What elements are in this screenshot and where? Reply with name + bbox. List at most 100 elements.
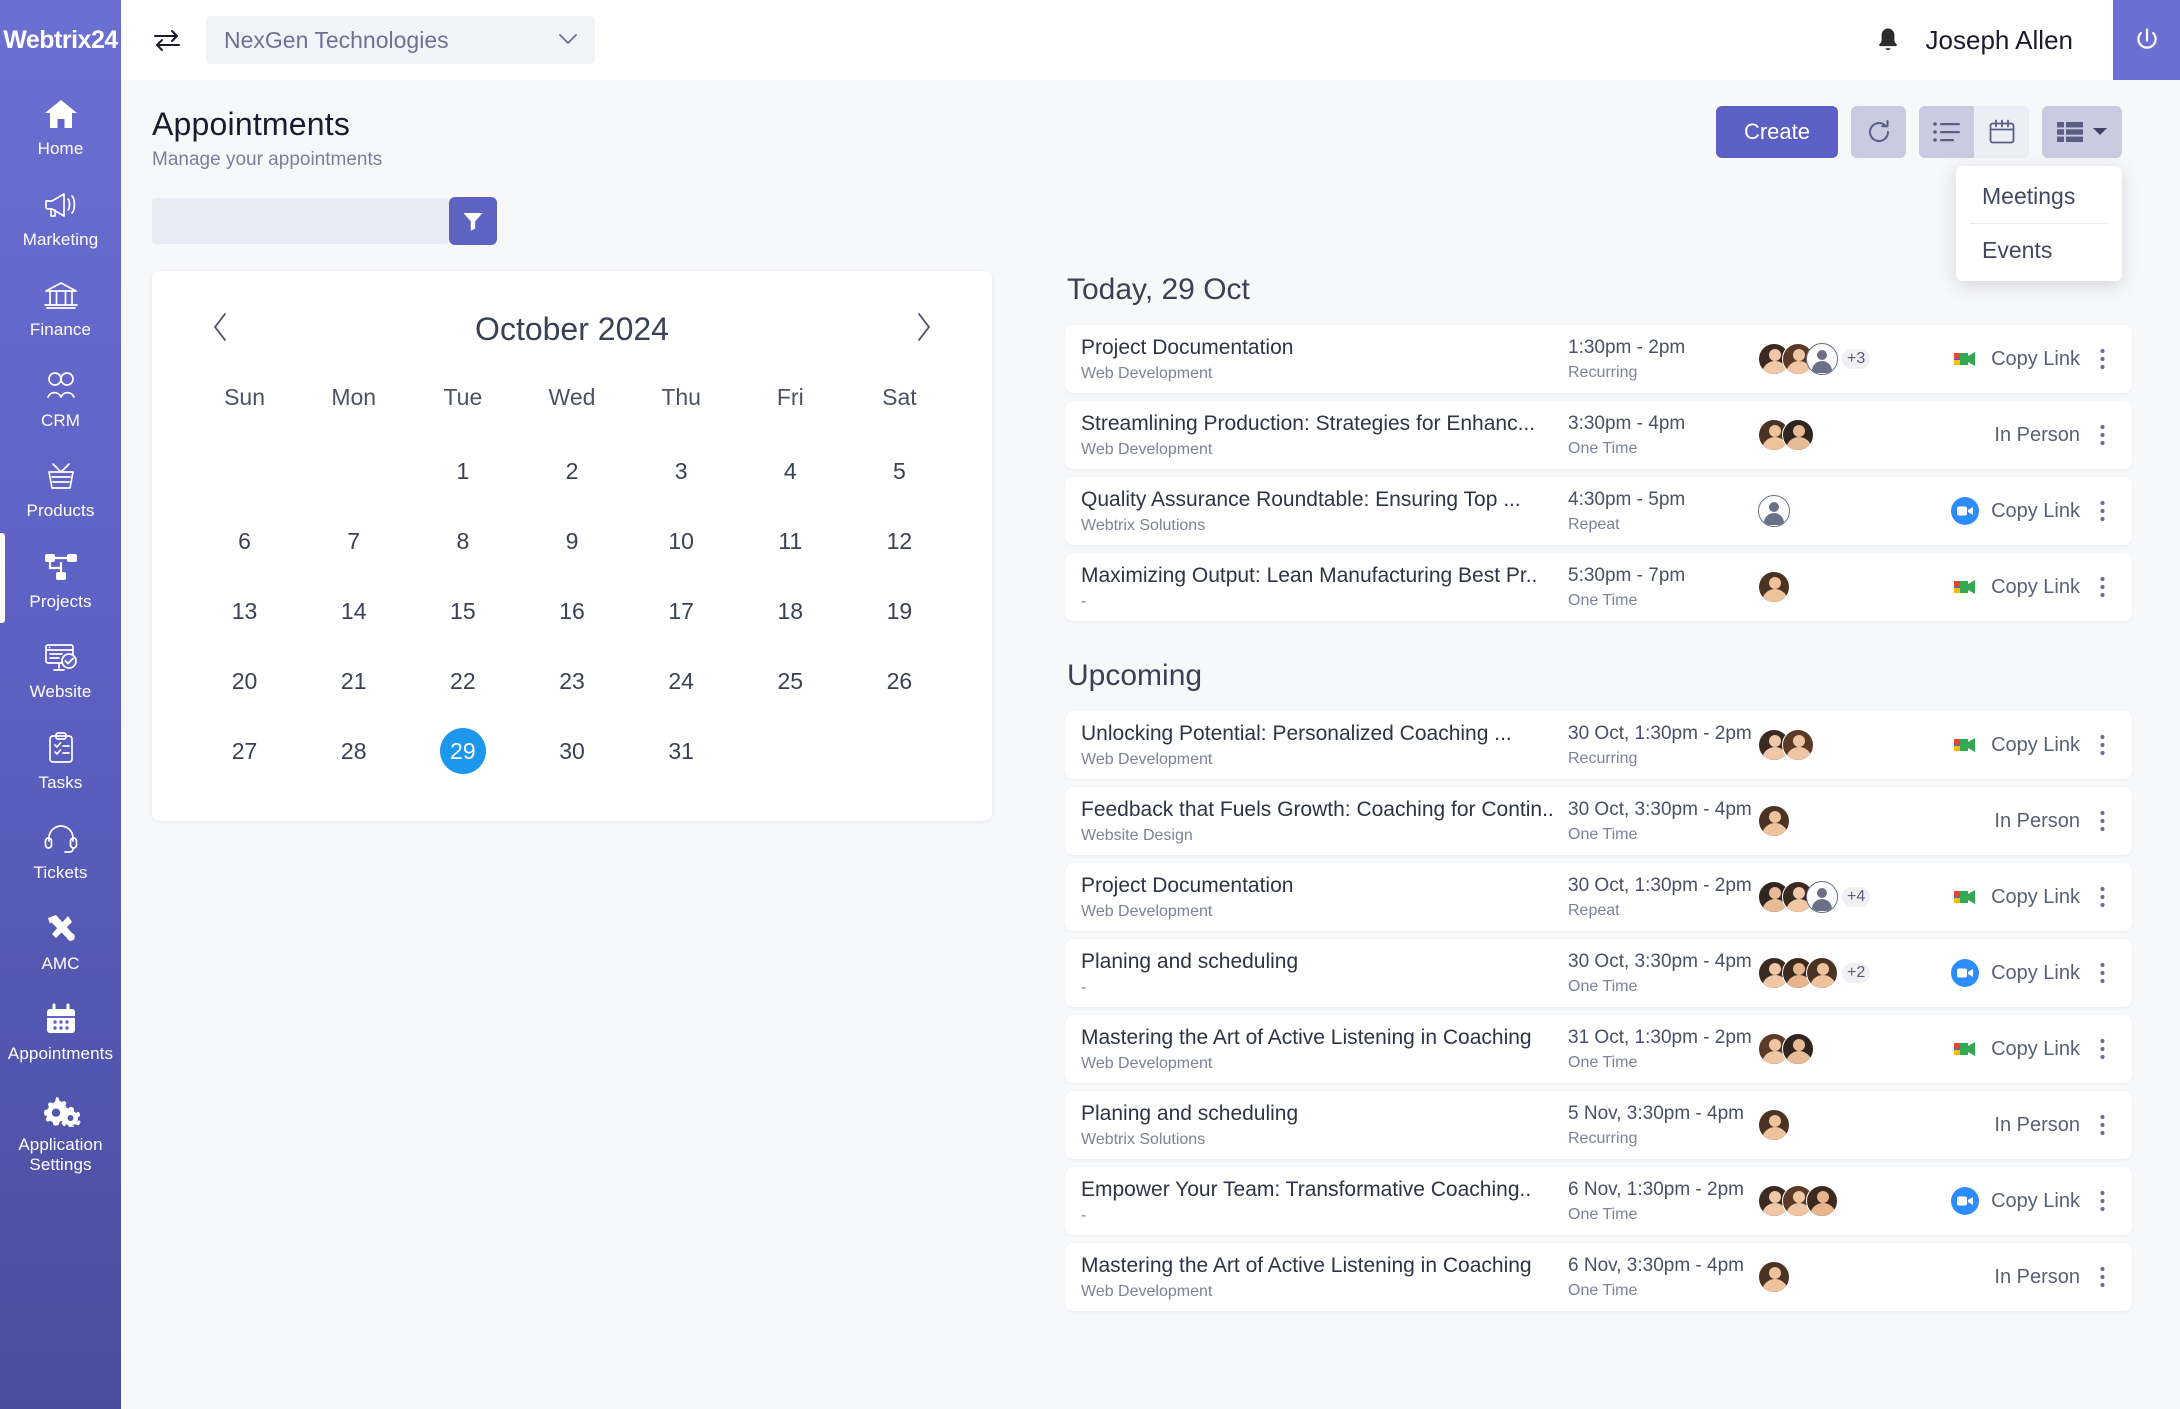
calendar-view-icon[interactable] <box>1974 106 2029 158</box>
sidebar-item-projects[interactable]: Projects <box>0 532 121 624</box>
calendar-day[interactable]: 22 <box>408 651 517 711</box>
action-label[interactable]: Copy Link <box>1991 886 2080 909</box>
appointment-row[interactable]: Mastering the Art of Active Listening in… <box>1065 1243 2132 1311</box>
menu-item-events[interactable]: Events <box>1956 224 2122 277</box>
calendar-day[interactable]: 5 <box>845 441 954 501</box>
calendar-day[interactable]: 25 <box>736 651 845 711</box>
calendar-day[interactable]: 31 <box>627 721 736 781</box>
kebab-menu-icon[interactable] <box>2092 734 2112 756</box>
power-icon[interactable] <box>2113 0 2180 80</box>
appointment-row[interactable]: Planing and scheduling Webtrix Solutions 5… <box>1065 1091 2132 1159</box>
calendar-day[interactable]: 17 <box>627 581 736 641</box>
kebab-menu-icon[interactable] <box>2092 1038 2112 1060</box>
calendar-day[interactable]: 20 <box>190 651 299 711</box>
chevron-left-icon[interactable] <box>206 312 234 347</box>
calendar-day[interactable]: 26 <box>845 651 954 711</box>
refresh-icon[interactable] <box>1851 106 1906 158</box>
calendar-day[interactable]: 2 <box>517 441 626 501</box>
calendar-day[interactable]: 9 <box>517 511 626 571</box>
calendar-day[interactable]: 1 <box>408 441 517 501</box>
calendar-day-number: 23 <box>559 667 585 694</box>
list-view-icon[interactable] <box>1919 106 1974 158</box>
bell-icon[interactable] <box>1876 26 1900 54</box>
appointment-row[interactable]: Project Documentation Web Development 30 O… <box>1065 863 2132 931</box>
table-view-dropdown-button[interactable] <box>2042 106 2122 158</box>
action-label[interactable]: Copy Link <box>1991 576 2080 599</box>
kebab-menu-icon[interactable] <box>2092 576 2112 598</box>
calendar-day[interactable]: 13 <box>190 581 299 641</box>
funnel-icon[interactable] <box>449 197 497 245</box>
content-columns: October 2024 Sun Mon Tue Wed Thu Fri Sat 1 2 3 4 5 6… <box>121 245 2180 1319</box>
sidebar-item-label: Tasks <box>38 772 83 792</box>
sidebar-item-crm[interactable]: CRM <box>0 352 121 443</box>
kebab-menu-icon[interactable] <box>2092 424 2112 446</box>
sidebar-item-tickets[interactable]: Tickets <box>0 804 121 895</box>
action-label[interactable]: Copy Link <box>1991 962 2080 985</box>
action-label[interactable]: Copy Link <box>1991 734 2080 757</box>
calendar-day[interactable]: 14 <box>299 581 408 641</box>
calendar-day[interactable]: 18 <box>736 581 845 641</box>
calendar-day[interactable]: 4 <box>736 441 845 501</box>
calendar-day[interactable]: 28 <box>299 721 408 781</box>
calendar-day-number: 26 <box>886 667 913 694</box>
sidebar-item-home[interactable]: Home <box>0 80 121 171</box>
calendar-day[interactable]: 27 <box>190 721 299 781</box>
calendar-day[interactable]: 10 <box>627 511 736 571</box>
appointment-recurrence: Recurring <box>1568 1130 1638 1148</box>
calendar-day[interactable]: 12 <box>845 511 954 571</box>
calendar-day[interactable]: 24 <box>627 651 736 711</box>
appointment-row[interactable]: Streamlining Production: Strategies for … <box>1065 401 2132 469</box>
appointment-row[interactable]: Quality Assurance Roundtable: Ensuring T… <box>1065 477 2132 545</box>
appointment-row[interactable]: Mastering the Art of Active Listening in… <box>1065 1015 2132 1083</box>
appointment-row[interactable]: Project Documentation Web Development 1:30… <box>1065 325 2132 393</box>
action-label[interactable]: Copy Link <box>1991 500 2080 523</box>
google-meet-icon <box>1951 1037 1979 1061</box>
appointment-row[interactable]: Unlocking Potential: Personalized Coachi… <box>1065 711 2132 779</box>
kebab-menu-icon[interactable] <box>2092 500 2112 522</box>
calendar-day[interactable]: 21 <box>299 651 408 711</box>
kebab-menu-icon[interactable] <box>2092 1114 2112 1136</box>
calendar-day[interactable]: 11 <box>736 511 845 571</box>
sidebar-item-application-settings[interactable]: Application Settings <box>0 1076 121 1186</box>
sidebar-item-marketing[interactable]: Marketing <box>0 171 121 262</box>
kebab-menu-icon[interactable] <box>2092 962 2112 984</box>
calendar-day[interactable]: 8 <box>408 511 517 571</box>
action-label[interactable]: Copy Link <box>1991 1190 2080 1213</box>
user-name[interactable]: Joseph Allen <box>1926 25 2073 56</box>
action-label[interactable]: Copy Link <box>1991 1038 2080 1061</box>
sidebar-item-tasks[interactable]: Tasks <box>0 714 121 805</box>
calendar-day[interactable]: 23 <box>517 651 626 711</box>
menu-item-meetings[interactable]: Meetings <box>1956 170 2122 223</box>
sidebar-item-amc[interactable]: AMC <box>0 895 121 986</box>
filter-input[interactable] <box>152 198 449 244</box>
appointment-row[interactable]: Feedback that Fuels Growth: Coaching for… <box>1065 787 2132 855</box>
chevron-right-icon[interactable] <box>910 312 938 347</box>
sidebar-item-products[interactable]: Products <box>0 442 121 533</box>
main-content: Appointments Manage your appointments Cr… <box>121 80 2180 1409</box>
calendar-day-selected[interactable]: 29 <box>408 721 517 781</box>
appointment-row[interactable]: Planing and scheduling - 30 Oct, 3:30pm - … <box>1065 939 2132 1007</box>
calendar-day[interactable]: 15 <box>408 581 517 641</box>
kebab-menu-icon[interactable] <box>2092 1190 2112 1212</box>
sidebar-item-website[interactable]: Website <box>0 623 121 714</box>
kebab-menu-icon[interactable] <box>2092 886 2112 908</box>
filter-row <box>121 171 2180 245</box>
create-button[interactable]: Create <box>1715 106 1838 158</box>
calendar-day[interactable]: 6 <box>190 511 299 571</box>
calendar-day[interactable]: 7 <box>299 511 408 571</box>
appointment-row[interactable]: Empower Your Team: Transformative Coachi… <box>1065 1167 2132 1235</box>
app-logo[interactable]: Webtrix24 <box>0 0 121 80</box>
sidebar-item-finance[interactable]: Finance <box>0 261 121 352</box>
calendar-day[interactable]: 30 <box>517 721 626 781</box>
organization-select[interactable]: NexGen Technologies <box>206 16 595 64</box>
calendar-day[interactable]: 16 <box>517 581 626 641</box>
appointment-row[interactable]: Maximizing Output: Lean Manufacturing Be… <box>1065 553 2132 621</box>
kebab-menu-icon[interactable] <box>2092 348 2112 370</box>
sidebar-item-appointments[interactable]: Appointments <box>0 985 121 1076</box>
calendar-day[interactable]: 19 <box>845 581 954 641</box>
calendar-day[interactable]: 3 <box>627 441 736 501</box>
action-label[interactable]: Copy Link <box>1991 348 2080 371</box>
switch-arrows-icon[interactable] <box>150 23 184 57</box>
kebab-menu-icon[interactable] <box>2092 810 2112 832</box>
kebab-menu-icon[interactable] <box>2092 1266 2112 1288</box>
